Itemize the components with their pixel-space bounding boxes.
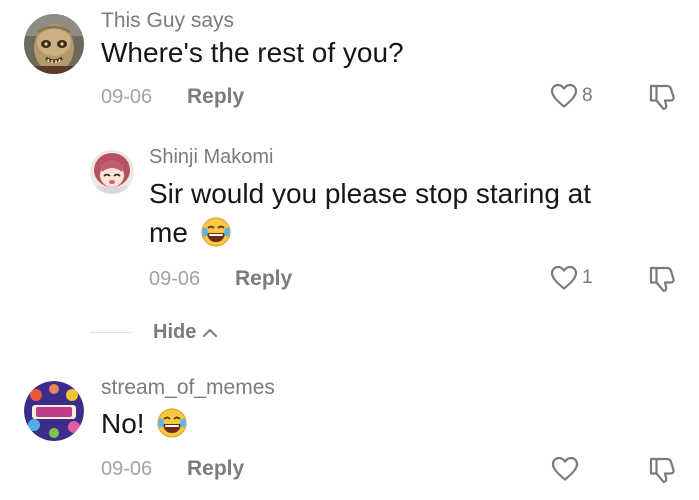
comment-text: No! bbox=[101, 404, 188, 444]
like-button[interactable]: 1 bbox=[550, 265, 593, 291]
face-with-tears-of-joy-icon bbox=[157, 408, 187, 438]
anime-girl-avatar-icon bbox=[90, 150, 134, 194]
heart-icon bbox=[550, 83, 578, 108]
thumbs-down-icon bbox=[649, 266, 675, 293]
user-avatar[interactable] bbox=[24, 381, 84, 441]
comment-text: Where's the rest of you? bbox=[101, 37, 404, 68]
like-button[interactable]: 8 bbox=[550, 83, 593, 109]
skull-creature-avatar-icon bbox=[24, 14, 84, 74]
heart-icon bbox=[550, 265, 578, 290]
replies-divider bbox=[90, 332, 132, 333]
comment-date: 09-06 bbox=[149, 268, 201, 290]
dislike-button[interactable] bbox=[647, 455, 677, 490]
comment-username[interactable]: Shinji Makomi bbox=[149, 146, 273, 169]
reply-button[interactable]: Reply bbox=[235, 267, 292, 291]
dislike-button[interactable] bbox=[647, 264, 677, 299]
like-count: 8 bbox=[582, 85, 593, 106]
user-avatar[interactable] bbox=[90, 150, 134, 194]
stream-of-memes-logo-icon bbox=[24, 381, 84, 441]
comment-date: 09-06 bbox=[101, 458, 153, 480]
comment-date: 09-06 bbox=[101, 86, 153, 108]
heart-icon bbox=[551, 456, 579, 481]
hide-replies-label: Hide bbox=[153, 321, 197, 343]
like-button[interactable] bbox=[551, 456, 579, 482]
like-count: 1 bbox=[582, 267, 593, 288]
comment-username[interactable]: This Guy says bbox=[101, 9, 234, 33]
comment-username[interactable]: stream_of_memes bbox=[101, 376, 275, 400]
reply-button[interactable]: Reply bbox=[187, 85, 244, 109]
comment-text-line-2: me bbox=[149, 213, 232, 253]
thumbs-down-icon bbox=[649, 457, 675, 484]
reply-button[interactable]: Reply bbox=[187, 457, 244, 481]
face-with-tears-of-joy-icon bbox=[201, 217, 231, 247]
hide-replies-button[interactable]: Hide bbox=[153, 321, 218, 344]
user-avatar[interactable] bbox=[24, 14, 84, 74]
comment-text-line-1: Sir would you please stop staring at bbox=[149, 178, 592, 209]
thumbs-down-icon bbox=[649, 84, 675, 111]
dislike-button[interactable] bbox=[647, 82, 677, 117]
comment-text-content: No! bbox=[101, 408, 145, 439]
chevron-up-icon bbox=[203, 328, 218, 337]
comment-text-line-2-text: me bbox=[149, 217, 188, 248]
